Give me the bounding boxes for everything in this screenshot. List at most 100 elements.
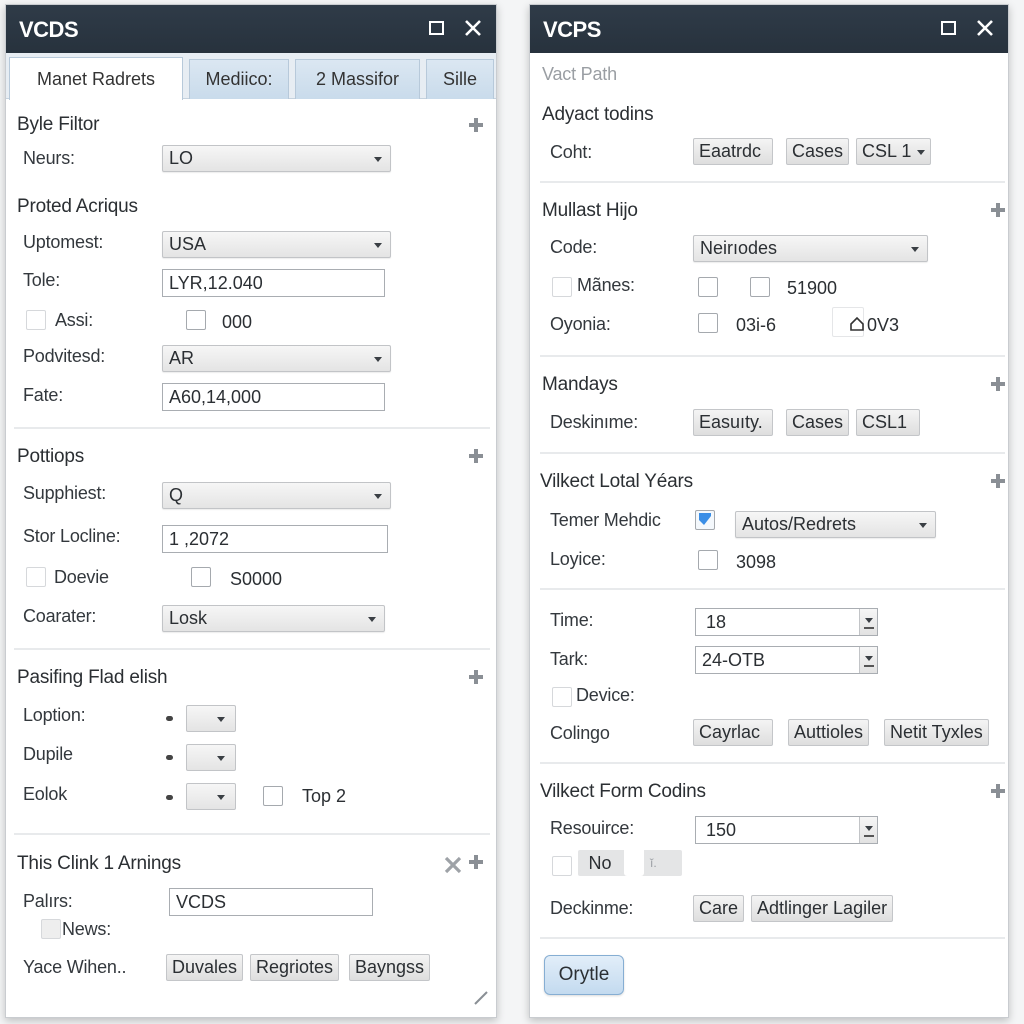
oyonia-label: Oyonia: bbox=[550, 314, 611, 334]
title-bar: VCDS bbox=[6, 5, 496, 53]
temer-mehdic-select[interactable]: Autos/Redrets bbox=[735, 511, 936, 538]
news-checkbox[interactable] bbox=[41, 919, 61, 939]
section-title-this-clink: This Clink 1 Arnings bbox=[17, 853, 181, 874]
stor-locline-input[interactable]: 1 ,2072 bbox=[162, 525, 388, 553]
remove-section-icon[interactable] bbox=[444, 856, 462, 874]
vcps-window: VCPS Vact Path Adyact todins Coht: Eaatr… bbox=[529, 4, 1009, 1018]
tark-combo[interactable]: 24-OTB bbox=[695, 646, 878, 674]
spin-down-icon[interactable] bbox=[859, 609, 877, 635]
resouirce-combo[interactable]: 150 bbox=[695, 816, 878, 844]
oyonia-value: 03i-6 bbox=[736, 315, 777, 335]
chevron-down-icon bbox=[217, 756, 225, 761]
manes-checkbox-2[interactable] bbox=[698, 277, 718, 297]
resouirce-label: Resouirce: bbox=[550, 818, 635, 838]
section-title-adyact: Adyact todins bbox=[542, 104, 654, 125]
expand-plus-icon[interactable] bbox=[469, 449, 483, 463]
coarater-select[interactable]: Losk bbox=[162, 605, 385, 632]
tab-sille[interactable]: Sille bbox=[426, 59, 494, 99]
time-combo[interactable]: 18 bbox=[695, 608, 878, 636]
close-button[interactable] bbox=[460, 15, 486, 41]
manes-checkbox[interactable] bbox=[552, 277, 572, 297]
assi-checkbox[interactable] bbox=[26, 310, 46, 330]
eaatrdc-button[interactable]: Eaatrdc bbox=[693, 138, 773, 165]
easuity-button[interactable]: Easuıty. bbox=[693, 409, 773, 436]
csl1-dropdown-button[interactable]: CSL 1 bbox=[856, 138, 932, 165]
podvitesd-select[interactable]: AR bbox=[162, 345, 391, 372]
51900-checkbox[interactable] bbox=[750, 277, 770, 297]
eolok-select[interactable] bbox=[186, 783, 236, 810]
close-button[interactable] bbox=[972, 15, 998, 41]
adtlinger-lagiler-button[interactable]: Adtlinger Lagiler bbox=[751, 895, 894, 922]
palirs-input[interactable]: VCDS bbox=[169, 888, 373, 916]
title-bar: VCPS bbox=[530, 5, 1008, 53]
spin-down-icon[interactable] bbox=[859, 647, 877, 673]
expand-plus-icon[interactable] bbox=[991, 203, 1005, 217]
toggle-no-label[interactable]: No bbox=[578, 850, 622, 876]
expand-plus-icon[interactable] bbox=[991, 377, 1005, 391]
cases-button[interactable]: Cases bbox=[786, 409, 850, 436]
window-title: VCDS bbox=[19, 17, 79, 42]
cayrlac-button[interactable]: Cayrlac bbox=[693, 719, 773, 746]
fate-input[interactable]: A60,14,000 bbox=[162, 383, 385, 411]
tole-input[interactable]: LYR,12.040 bbox=[162, 269, 385, 297]
maximize-button[interactable] bbox=[424, 15, 450, 41]
chevron-down-icon bbox=[374, 243, 382, 248]
temer-mehdic-checkbox[interactable] bbox=[695, 510, 715, 530]
loyice-checkbox[interactable] bbox=[698, 550, 718, 570]
code-select[interactable]: Neirıodes bbox=[693, 235, 928, 262]
uptomest-select[interactable]: USA bbox=[162, 231, 391, 258]
bayngss-button[interactable]: Bayngss bbox=[349, 954, 431, 981]
51900-label: 51900 bbox=[787, 278, 838, 298]
loption-select[interactable] bbox=[186, 705, 236, 732]
uptomest-label: Uptomest: bbox=[23, 232, 104, 252]
neurs-select[interactable]: LO bbox=[162, 145, 391, 172]
close-icon bbox=[465, 20, 481, 36]
oyonia-checkbox[interactable] bbox=[698, 313, 718, 333]
neurs-value: LO bbox=[169, 148, 194, 168]
duvales-button[interactable]: Duvales bbox=[166, 954, 244, 981]
dupile-select[interactable] bbox=[186, 744, 236, 771]
bullet-icon bbox=[166, 716, 173, 721]
section-divider bbox=[14, 427, 490, 429]
chevron-down-icon bbox=[217, 717, 225, 722]
chevron-down-icon bbox=[919, 523, 927, 528]
resize-grip-icon[interactable] bbox=[474, 991, 488, 1005]
dupile-label: Dupile bbox=[23, 744, 73, 764]
ooo-checkbox[interactable] bbox=[186, 310, 206, 330]
uptomest-value: USA bbox=[169, 234, 207, 254]
section-title-mullast: Mullast Hijo bbox=[542, 200, 638, 221]
cases-button[interactable]: Cases bbox=[786, 138, 850, 165]
toggle-knob[interactable] bbox=[624, 846, 644, 876]
top2-label: Top 2 bbox=[302, 786, 347, 806]
orytle-button[interactable]: Orytle bbox=[544, 955, 624, 995]
chevron-down-icon bbox=[917, 149, 926, 155]
csl1-button[interactable]: CSL1 bbox=[856, 409, 920, 436]
auttioles-button[interactable]: Auttioles bbox=[788, 719, 870, 746]
tab-2-massifor[interactable]: 2 Massifor bbox=[295, 59, 420, 99]
no-checkbox[interactable] bbox=[552, 856, 572, 876]
yace-label: Yace Wihen.. bbox=[23, 957, 127, 977]
expand-plus-icon[interactable] bbox=[991, 474, 1005, 488]
bullet-icon bbox=[166, 795, 173, 800]
netit-tyxles-button[interactable]: Netit Tyxles bbox=[884, 719, 989, 746]
expand-plus-icon[interactable] bbox=[469, 118, 483, 132]
csl1-label: CSL 1 bbox=[862, 141, 912, 161]
expand-plus-icon[interactable] bbox=[469, 855, 483, 869]
top2-checkbox[interactable] bbox=[263, 786, 283, 806]
regriotes-button[interactable]: Regriotes bbox=[250, 954, 340, 981]
expand-plus-icon[interactable] bbox=[469, 670, 483, 684]
device-checkbox[interactable] bbox=[552, 687, 572, 707]
section-title-vilkect-lotal: Vilkect Lotal Yéars bbox=[540, 471, 693, 492]
care-button[interactable]: Care bbox=[693, 895, 745, 922]
tab-manet-radrets[interactable]: Manet Radrets bbox=[9, 57, 183, 100]
no-toggle[interactable]: No ĭ. bbox=[578, 846, 682, 876]
section-title-vilkect-form: Vilkect Form Codins bbox=[540, 781, 706, 802]
expand-plus-icon[interactable] bbox=[991, 784, 1005, 798]
toggle-glyph-icon: ĭ. bbox=[650, 856, 657, 870]
s0000-checkbox[interactable] bbox=[191, 567, 211, 587]
maximize-button[interactable] bbox=[936, 15, 962, 41]
spin-down-icon[interactable] bbox=[859, 817, 877, 843]
supphiest-select[interactable]: Q bbox=[162, 482, 391, 509]
tab-mediico[interactable]: Mediico: bbox=[189, 59, 289, 99]
doevie-checkbox[interactable] bbox=[26, 567, 46, 587]
